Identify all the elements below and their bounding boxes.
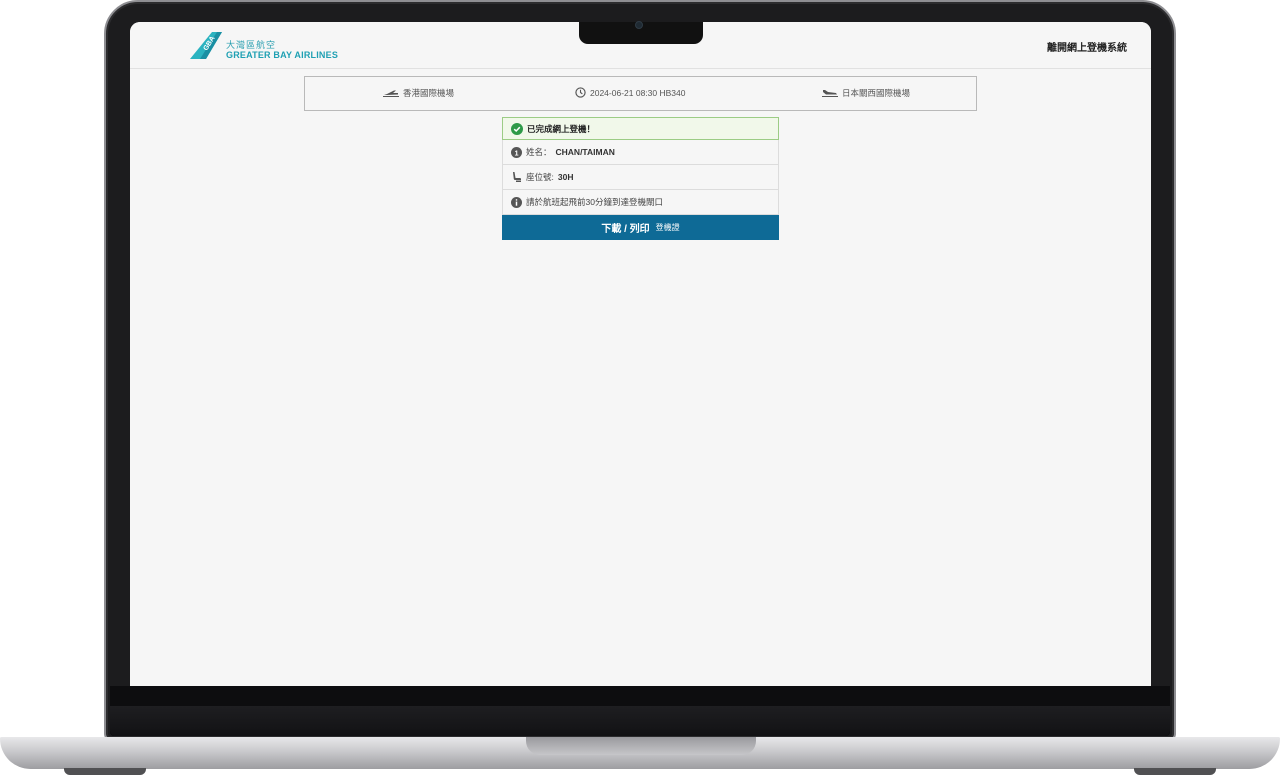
laptop-foot-right bbox=[1134, 768, 1216, 775]
gate-notice-row: 請於航班起飛前30分鐘到達登機閘口 bbox=[502, 190, 779, 215]
checkin-result-panel: 已完成網上登機！ 1 姓名： CHAN/TAIMAN 座位號: 30H 請於航班… bbox=[502, 117, 779, 240]
laptop-hinge bbox=[110, 706, 1170, 736]
logo-wordmark: 大灣區航空 GREATER BAY AIRLINES bbox=[226, 40, 338, 60]
takeoff-plane-icon bbox=[383, 90, 399, 97]
arrival-airport-name: 日本關西國際機場 bbox=[842, 88, 911, 98]
passenger-number-icon: 1 bbox=[511, 146, 522, 158]
check-circle-icon bbox=[511, 122, 523, 135]
info-icon bbox=[511, 196, 522, 208]
download-boarding-pass-button[interactable]: 下載 / 列印 登機證 bbox=[502, 215, 779, 240]
arrival-airport: 日本關西國際機場 bbox=[822, 87, 910, 99]
exit-checkin-link[interactable]: 離開網上登機系統 bbox=[1047, 39, 1127, 54]
success-message: 已完成網上登機！ bbox=[527, 123, 596, 134]
landing-plane-icon bbox=[822, 90, 838, 97]
clock-icon bbox=[575, 87, 586, 98]
laptop-opening-notch bbox=[526, 737, 756, 755]
browser-screen: GBA 大灣區航空 GREATER BAY AIRLINES 離開網上登機系統 … bbox=[130, 22, 1151, 686]
camera-icon bbox=[635, 21, 643, 29]
logo-chinese-name: 大灣區航空 bbox=[226, 40, 277, 50]
passenger-name-value: CHAN/TAIMAN bbox=[555, 147, 615, 157]
checkin-success-banner: 已完成網上登機！ bbox=[502, 117, 779, 140]
flight-time: 2024-06-21 08:30 HB340 bbox=[575, 87, 685, 98]
laptop-frame: GBA 大灣區航空 GREATER BAY AIRLINES 離開網上登機系統 … bbox=[0, 0, 1280, 775]
departure-airport-name: 香港國際機場 bbox=[403, 88, 455, 98]
departure-airport: 香港國際機場 bbox=[383, 87, 454, 99]
flight-datetime-number: 2024-06-21 08:30 HB340 bbox=[590, 87, 686, 98]
gate-notice-text: 請於航班起飛前30分鐘到達登機閘口 bbox=[526, 197, 663, 207]
airline-logo[interactable]: GBA 大灣區航空 GREATER BAY AIRLINES bbox=[188, 30, 338, 60]
airline-tail-logo-icon: GBA bbox=[190, 32, 222, 59]
seat-icon bbox=[513, 172, 521, 182]
logo-english-name: GREATER BAY AIRLINES bbox=[226, 50, 339, 60]
laptop-foot-left bbox=[64, 768, 146, 775]
passenger-name-row: 1 姓名： CHAN/TAIMAN bbox=[502, 140, 779, 165]
flight-summary-bar: 香港國際機場 2024-06-21 08:30 HB340 日本關西國際機場 bbox=[304, 76, 977, 111]
passenger-name-label: 姓名： bbox=[526, 147, 552, 157]
download-print-label: 下載 / 列印 bbox=[601, 224, 650, 235]
boarding-pass-label: 登機證 bbox=[655, 223, 680, 232]
seat-label: 座位號: bbox=[526, 172, 554, 182]
seat-row: 座位號: 30H bbox=[502, 165, 779, 190]
passenger-index: 1 bbox=[514, 148, 518, 157]
seat-value: 30H bbox=[557, 172, 574, 182]
